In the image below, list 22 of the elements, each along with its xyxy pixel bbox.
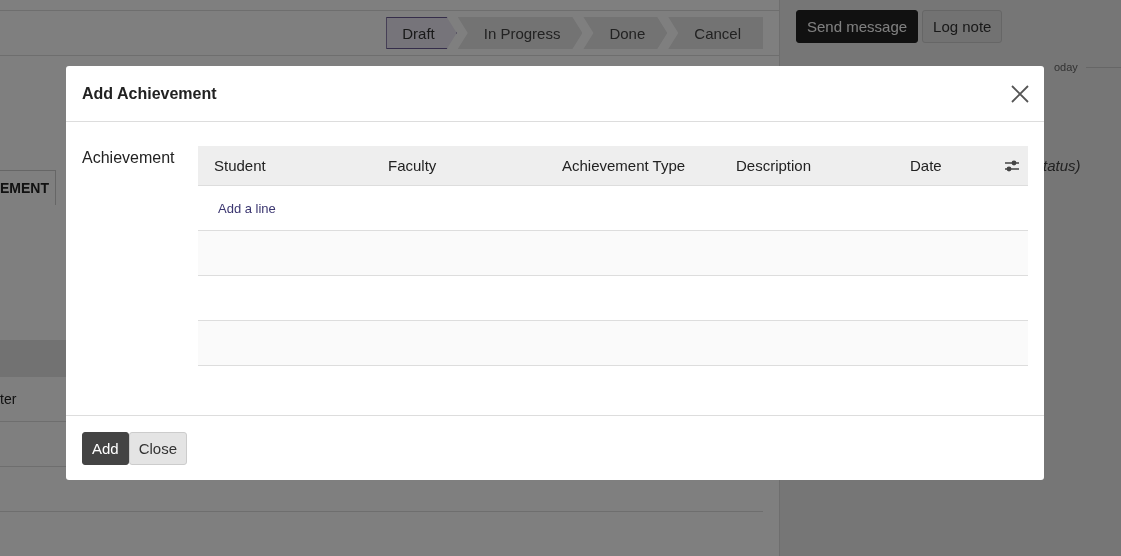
message-text: tatus)	[1043, 157, 1082, 174]
field-label: Achievement	[82, 148, 176, 167]
status-step[interactable]: Draft	[386, 17, 457, 49]
add-line-link[interactable]: Add a line	[198, 200, 276, 216]
dialog-title: Add Achievement	[82, 84, 217, 103]
column-header: Student	[214, 157, 267, 174]
notebook-tab[interactable]: EMENT	[0, 170, 56, 205]
status-step[interactable]: In Progress	[457, 17, 583, 49]
chatter-button[interactable]: Log note	[922, 10, 1003, 43]
dialog-button[interactable]: Close	[128, 431, 188, 465]
chatter-button[interactable]: Send message	[796, 10, 919, 43]
dialog-button[interactable]: Add	[82, 431, 129, 465]
column-header: Faculty	[388, 157, 438, 174]
status-step[interactable]: Cancel	[668, 17, 763, 49]
column-header: Date	[910, 157, 943, 174]
table-cell: ter	[0, 391, 17, 407]
date-separator: oday	[1054, 61, 1078, 73]
column-header: Description	[736, 157, 813, 174]
sliders-icon[interactable]	[1004, 158, 1020, 173]
close-icon[interactable]	[1011, 84, 1029, 103]
status-step[interactable]: Done	[583, 17, 668, 49]
column-header: Achievement Type	[562, 157, 687, 174]
